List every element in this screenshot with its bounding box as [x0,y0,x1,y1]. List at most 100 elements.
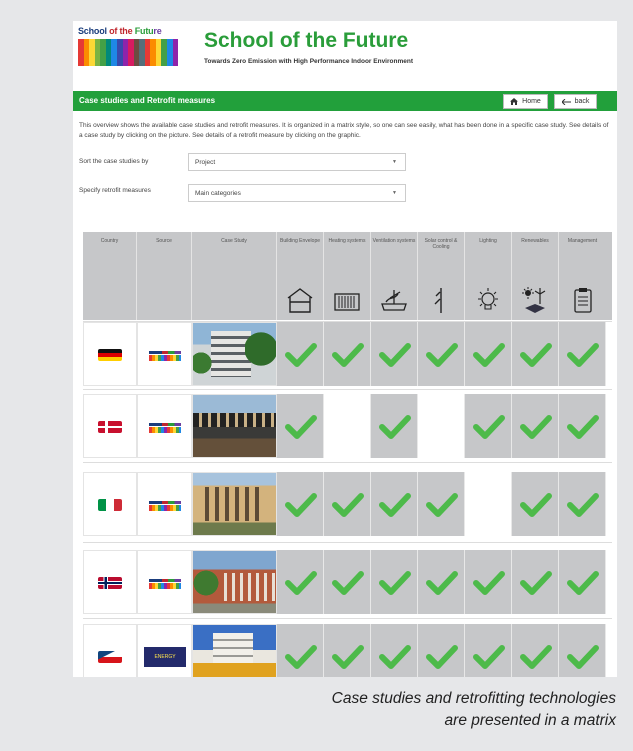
divider [83,389,612,390]
empty-cell [418,394,465,458]
check-icon [379,415,411,439]
solar-shading-icon [434,288,442,313]
section-bar: Case studies and Retrofit measures Home … [73,91,617,111]
divider [83,618,612,619]
divider [83,462,612,463]
sort-select[interactable]: Project ▼ [188,153,406,171]
column-solar-control-cooling[interactable]: Solar control & Cooling [418,232,465,320]
country-cell [83,394,137,458]
logo-text: School of the Future [78,26,162,36]
denmark-flag [98,421,122,433]
back-label: back [574,98,590,105]
column-country: Country [83,232,137,320]
table-row [83,322,612,386]
check-icon [332,571,364,595]
arrow-left-icon [561,98,571,105]
check-icon [520,645,552,669]
check-icon [285,645,317,669]
specify-label: Specify retrofit measures [79,187,151,194]
check-icon [567,343,599,367]
check-icon [285,343,317,367]
colored-pencils-graphic [78,39,179,66]
check-icon [473,415,505,439]
check-icon [520,343,552,367]
column-building-envelope[interactable]: Building Envelope [277,232,324,320]
measures-select-value: Main categories [195,189,241,197]
intro-text: This overview shows the available case s… [79,122,609,139]
check-icon [520,415,552,439]
check-icon [473,645,505,669]
check-icon [473,571,505,595]
school-of-the-future-logo [149,423,181,433]
czech-flag [98,651,122,663]
check-icon [567,493,599,517]
italy-flag [98,499,122,511]
house-envelope-icon [287,288,313,313]
measures-select[interactable]: Main categories ▼ [188,184,406,202]
case-study-photo-1[interactable] [192,322,277,386]
check-icon [426,493,458,517]
column-management[interactable]: Management [559,232,606,320]
germany-flag [98,349,122,361]
chevron-down-icon: ▼ [392,190,397,196]
column-heating-systems[interactable]: Heating systems [324,232,371,320]
country-cell [83,322,137,386]
clipboard-icon [573,288,592,313]
country-cell [83,624,137,677]
caption-line-1: Case studies and retrofitting technologi… [331,690,616,707]
home-button[interactable]: Home [503,94,548,109]
school-of-the-future-logo [149,501,181,511]
check-icon [332,493,364,517]
source-cell [137,322,192,386]
check-icon [285,571,317,595]
sort-select-value: Project [195,158,216,166]
column-renewables[interactable]: Renewables [512,232,559,320]
school-of-the-future-logo [149,351,181,361]
screenshot-frame: School of the Future School of the Futur… [73,21,617,677]
country-cell [83,550,137,614]
divider [83,542,612,543]
check-icon [379,493,411,517]
table-row [83,550,612,614]
column-lighting[interactable]: Lighting [465,232,512,320]
home-label: Home [522,98,541,105]
caption-line-2: are presented in a matrix [444,712,616,729]
energy-house-logo: ENERGY [144,647,186,667]
norway-flag [98,577,122,589]
check-icon [426,645,458,669]
check-icon [379,571,411,595]
case-study-photo-2[interactable] [192,394,277,458]
source-cell: ENERGY [137,624,192,677]
chevron-down-icon: ▼ [392,159,397,165]
check-icon [426,571,458,595]
case-study-photo-5[interactable] [192,624,277,677]
check-icon [285,415,317,439]
home-icon [510,98,519,105]
column-source: Source [137,232,192,320]
table-row: ENERGY [83,624,612,677]
ventilation-icon [381,290,407,311]
check-icon [520,493,552,517]
renewables-icon [522,287,546,313]
source-cell [137,472,192,536]
site-logo[interactable]: School of the Future [78,26,179,76]
check-icon [332,645,364,669]
site-subtitle: Towards Zero Emission with High Performa… [204,58,413,65]
check-icon [473,343,505,367]
check-icon [520,571,552,595]
radiator-icon [334,293,360,311]
back-button[interactable]: back [554,94,597,109]
sort-label: Sort the case studies by [79,158,149,165]
table-row [83,472,612,536]
check-icon [332,343,364,367]
source-cell [137,394,192,458]
check-icon [567,571,599,595]
light-bulb-icon [478,288,498,310]
table-row [83,394,612,458]
column-ventilation-systems[interactable]: Ventilation systems [371,232,418,320]
case-study-photo-4[interactable] [192,550,277,614]
check-icon [426,343,458,367]
school-of-the-future-logo [149,579,181,589]
country-cell [83,472,137,536]
case-study-photo-3[interactable] [192,472,277,536]
